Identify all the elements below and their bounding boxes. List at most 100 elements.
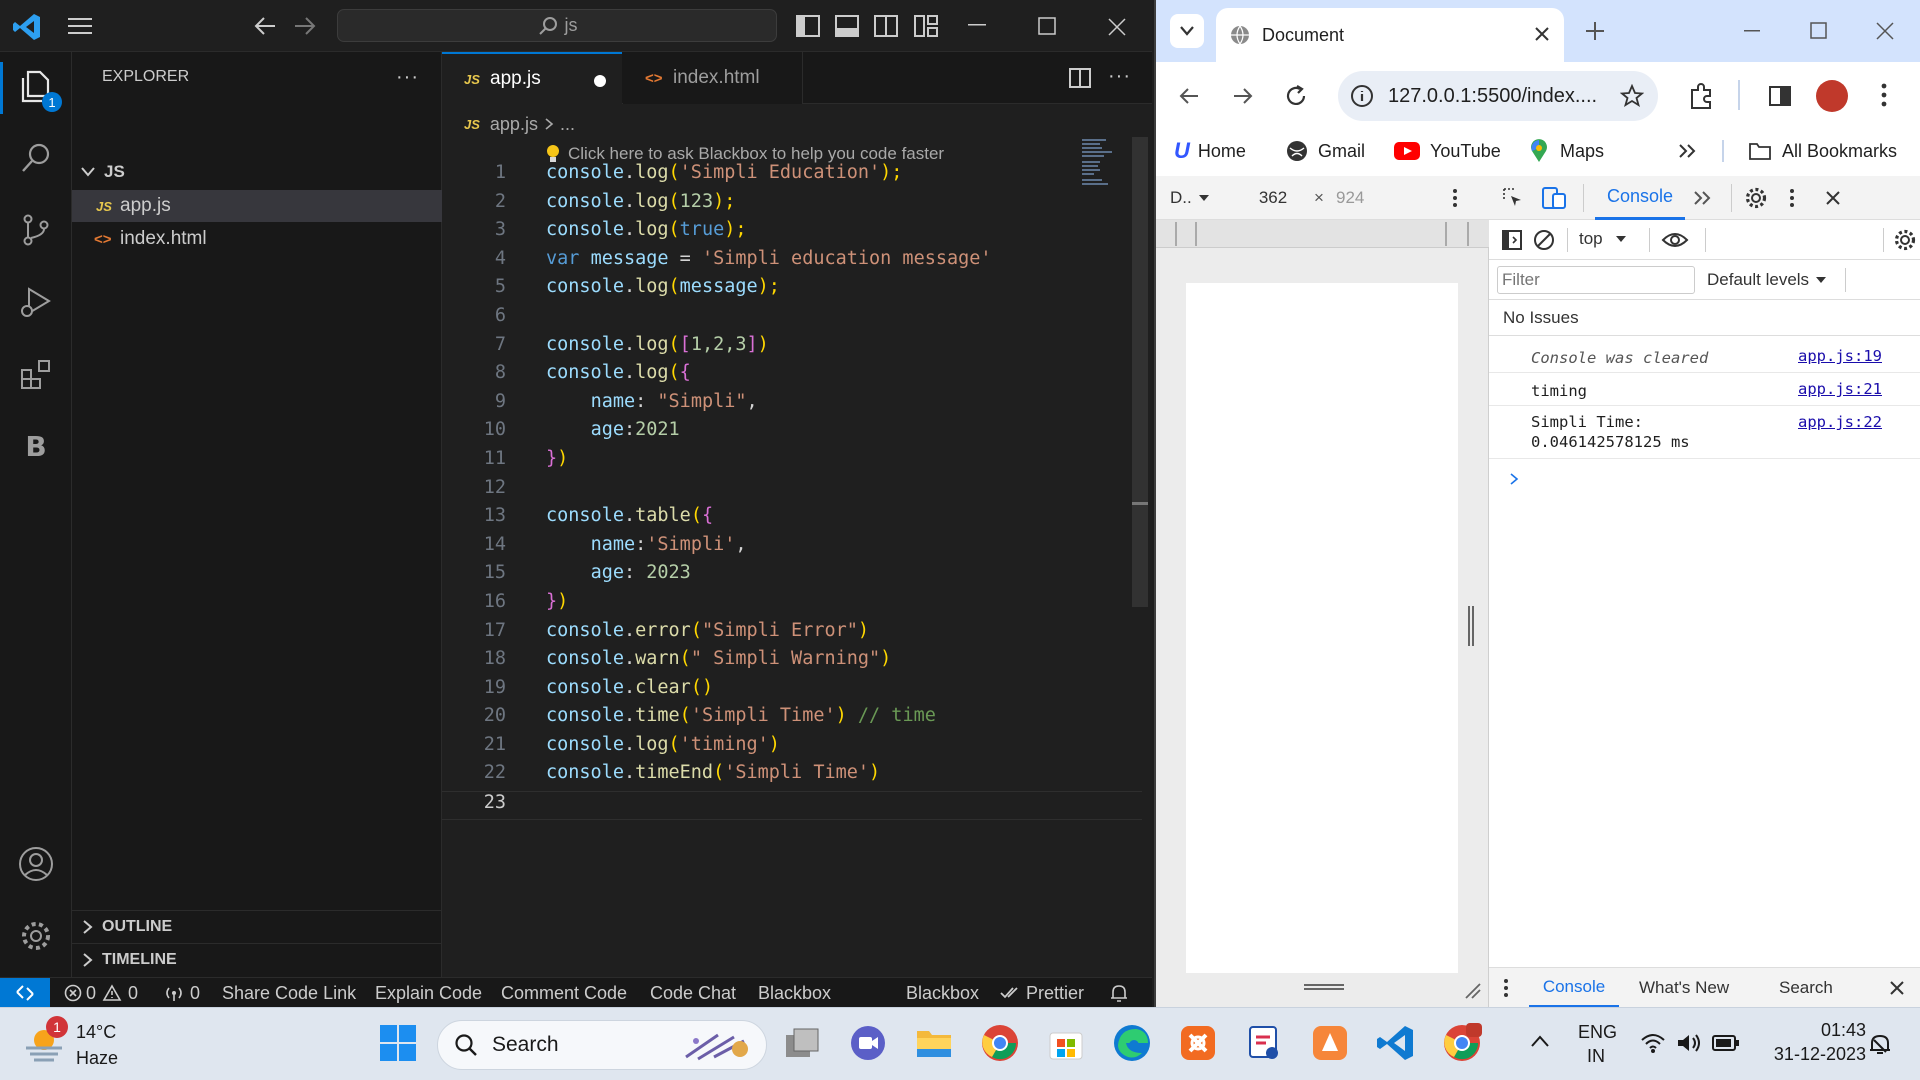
app-orange-icon[interactable]: [1178, 1023, 1220, 1065]
close-window-icon[interactable]: [1107, 17, 1127, 37]
device-height-input[interactable]: 924: [1336, 188, 1386, 208]
side-panel-icon[interactable]: [1768, 84, 1792, 108]
source-control-icon[interactable]: [12, 206, 60, 254]
microsoft-store-icon[interactable]: [1046, 1023, 1088, 1065]
forward-arrow-icon[interactable]: [293, 15, 317, 37]
search-sidebar-icon[interactable]: [12, 134, 60, 182]
taskbar-search[interactable]: Search: [437, 1020, 767, 1070]
console-sidebar-icon[interactable]: [1501, 229, 1523, 251]
explain-code[interactable]: Explain Code: [375, 978, 482, 1008]
extensions-icon[interactable]: [12, 350, 60, 398]
breadcrumb-file[interactable]: app.js: [490, 114, 538, 135]
device-width-input[interactable]: 362: [1248, 188, 1298, 208]
volume-icon[interactable]: [1676, 1032, 1702, 1054]
media-query-ruler[interactable]: [1156, 220, 1489, 248]
browser-forward-icon[interactable]: [1232, 86, 1254, 106]
close-tab-icon[interactable]: [1534, 26, 1550, 42]
folder-js[interactable]: JS: [72, 156, 442, 188]
reload-icon[interactable]: [1284, 84, 1308, 108]
outline-section[interactable]: OUTLINE: [72, 910, 442, 942]
comment-code[interactable]: Comment Code: [501, 978, 627, 1008]
split-editor-icon[interactable]: [1069, 68, 1091, 88]
drawer-close-icon[interactable]: [1889, 980, 1905, 996]
bookmark-youtube[interactable]: YouTube: [1394, 130, 1501, 172]
unsaved-dot-icon[interactable]: [594, 75, 606, 87]
inspect-element-icon[interactable]: [1501, 186, 1525, 210]
file-item-index-html[interactable]: <> index.html: [72, 223, 442, 255]
drawer-tab-search[interactable]: Search: [1779, 978, 1833, 998]
vscode-taskbar-icon[interactable]: [1376, 1023, 1418, 1065]
menu-icon[interactable]: [68, 16, 94, 36]
drawer-tab-whats-new[interactable]: What's New: [1639, 978, 1729, 998]
address-bar[interactable]: 127.0.0.1:5500/index....: [1338, 71, 1658, 121]
device-select[interactable]: D..: [1170, 188, 1210, 208]
prettier-status[interactable]: Prettier: [1000, 978, 1084, 1008]
devtools-settings-icon[interactable]: [1744, 186, 1768, 210]
code-editor[interactable]: 1 console.log('Simpli Education'); 2 conso…: [442, 162, 1142, 820]
back-arrow-icon[interactable]: [253, 15, 277, 37]
chrome-menu-icon[interactable]: [1880, 82, 1888, 108]
toggle-secondary-sidebar-icon[interactable]: [874, 15, 898, 37]
weather-widget[interactable]: 1: [22, 1016, 68, 1066]
browser-tab-document[interactable]: Document: [1216, 8, 1564, 62]
explorer-files-icon[interactable]: 1: [12, 62, 62, 112]
file-item-app-js[interactable]: JS app.js: [72, 190, 442, 222]
browser-minimize-icon[interactable]: [1744, 30, 1762, 33]
chrome-taskbar-icon[interactable]: [980, 1023, 1022, 1065]
console-prompt-chevron-icon[interactable]: [1509, 472, 1519, 486]
console-filter-input[interactable]: [1497, 266, 1695, 294]
input-language[interactable]: ENG IN: [1578, 1022, 1617, 1067]
customize-layout-icon[interactable]: [914, 15, 938, 37]
bookmark-star-icon[interactable]: [1620, 84, 1644, 108]
bookmark-maps[interactable]: Maps: [1530, 130, 1604, 172]
settings-gear-icon[interactable]: [12, 912, 60, 960]
resize-handle-right[interactable]: [1468, 606, 1474, 646]
maximize-icon[interactable]: [1038, 17, 1058, 37]
notifications-bell-icon[interactable]: [1110, 978, 1128, 1008]
device-toolbar-toggle-icon[interactable]: [1541, 186, 1567, 210]
system-clock[interactable]: 01:43 31-12-2023: [1756, 1020, 1866, 1065]
show-hidden-icons-chevron-icon[interactable]: [1530, 1034, 1550, 1048]
wifi-icon[interactable]: [1640, 1032, 1666, 1054]
blackbox-icon[interactable]: B: [12, 422, 60, 470]
tab-search-chevron-icon[interactable]: [1170, 14, 1204, 48]
bookmark-home[interactable]: U Home: [1174, 130, 1246, 172]
battery-icon[interactable]: [1712, 1034, 1740, 1052]
more-bookmarks-icon[interactable]: [1678, 130, 1696, 172]
device-more-icon[interactable]: [1452, 188, 1458, 208]
editor-more-icon[interactable]: ···: [1108, 65, 1131, 88]
log-levels-select[interactable]: Default levels: [1707, 270, 1827, 290]
edge-icon[interactable]: [1112, 1023, 1154, 1065]
file-explorer-icon[interactable]: [914, 1023, 956, 1065]
resize-corner-icon[interactable]: [1464, 982, 1482, 1000]
app-orange-square-icon[interactable]: [1310, 1023, 1352, 1065]
more-panels-icon[interactable]: [1693, 190, 1711, 206]
site-info-icon[interactable]: [1350, 84, 1374, 108]
notification-center-icon[interactable]: [1868, 1032, 1892, 1056]
vscode-logo-icon[interactable]: [12, 12, 42, 42]
command-center-search[interactable]: js: [337, 9, 777, 42]
breadcrumb-symbols[interactable]: ...: [560, 114, 575, 135]
drawer-more-icon[interactable]: [1503, 978, 1509, 998]
all-bookmarks[interactable]: All Bookmarks: [1748, 130, 1897, 172]
minimize-icon[interactable]: [968, 24, 988, 28]
windows-start-icon[interactable]: [378, 1023, 420, 1065]
browser-back-icon[interactable]: [1178, 86, 1200, 106]
log-source-link[interactable]: app.js:21: [1798, 380, 1882, 398]
clear-console-icon[interactable]: [1533, 229, 1555, 251]
browser-close-icon[interactable]: [1876, 22, 1894, 40]
blackbox-status[interactable]: Blackbox: [758, 978, 831, 1008]
teams-chat-icon[interactable]: [848, 1023, 890, 1065]
share-code-link[interactable]: Share Code Link: [222, 978, 356, 1008]
blackbox-status-right[interactable]: Blackbox: [906, 978, 979, 1008]
remote-indicator-icon[interactable]: [0, 978, 50, 1008]
problems-indicator[interactable]: 0 0: [64, 978, 138, 1008]
log-source-link[interactable]: app.js:19: [1798, 347, 1882, 365]
browser-maximize-icon[interactable]: [1810, 22, 1828, 40]
log-source-link[interactable]: app.js:22: [1798, 413, 1882, 431]
explorer-more-icon[interactable]: ···: [396, 66, 419, 89]
ports-indicator[interactable]: 0: [164, 978, 200, 1008]
live-expression-eye-icon[interactable]: [1661, 230, 1689, 250]
task-view-icon[interactable]: [782, 1023, 824, 1065]
chrome-profile-taskbar-icon[interactable]: [1442, 1023, 1484, 1065]
